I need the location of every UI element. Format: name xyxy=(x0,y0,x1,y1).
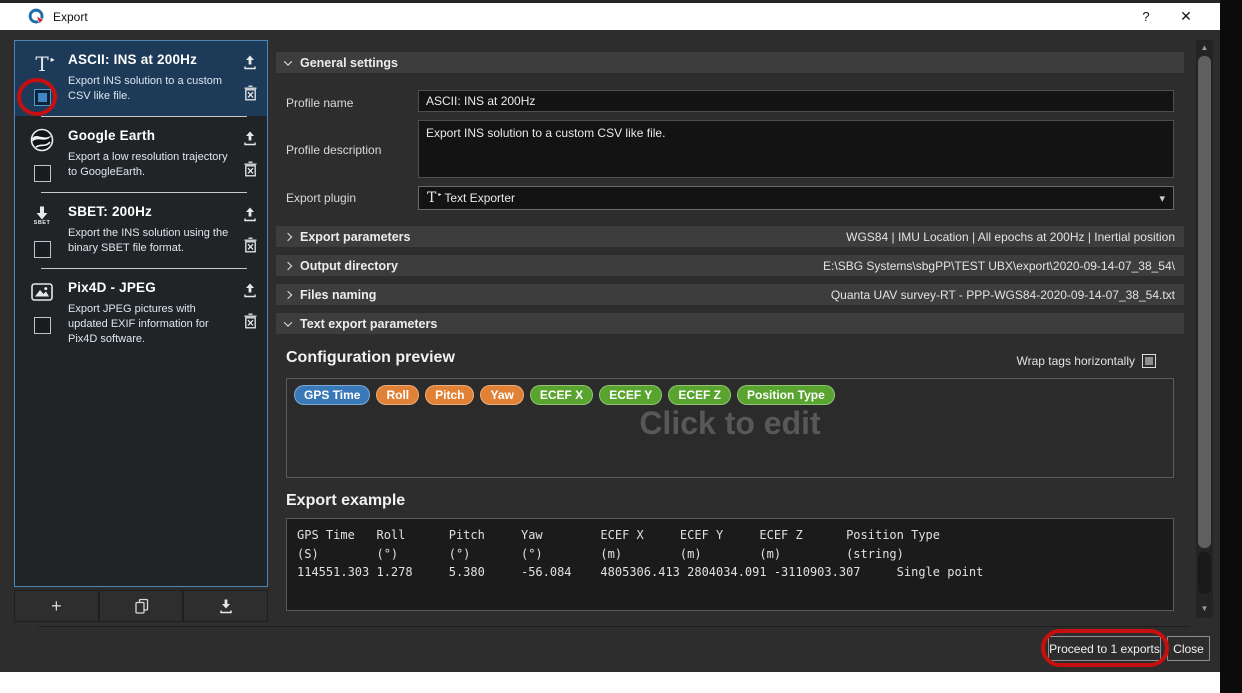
title-bar: Export ? ✕ xyxy=(0,3,1220,30)
export-profile-icon[interactable] xyxy=(242,54,258,70)
profile-name-label: Profile name xyxy=(286,96,353,110)
section-export-parameters[interactable]: Export parameters WGS84 | IMU Location |… xyxy=(276,226,1184,247)
profile-title: Google Earth xyxy=(68,128,229,143)
export-example-box: GPS Time Roll Pitch Yaw ECEF X ECEF Y EC… xyxy=(286,518,1174,611)
delete-profile-icon[interactable] xyxy=(243,85,258,101)
tag-ecef-y[interactable]: ECEF Y xyxy=(599,385,662,405)
wrap-tags-row: Wrap tags horizontally xyxy=(1017,354,1157,368)
chevron-right-icon xyxy=(284,261,292,269)
section-output-directory[interactable]: Output directory E:\SBG Systems\sbgPP\TE… xyxy=(276,255,1184,276)
export-plugin-value: Text Exporter xyxy=(444,191,515,205)
export-profile-icon[interactable] xyxy=(242,282,258,298)
wrap-tags-checkbox[interactable] xyxy=(1142,354,1156,368)
output-directory-path: E:\SBG Systems\sbgPP\TEST UBX\export\202… xyxy=(407,259,1175,273)
profile-description: Export a low resolution trajectory to Go… xyxy=(68,150,229,180)
duplicate-profile-button[interactable] xyxy=(99,590,184,622)
profile-description-input[interactable]: Export INS solution to a custom CSV like… xyxy=(418,120,1174,178)
profile-checkbox-google-earth[interactable] xyxy=(34,165,51,182)
profile-title: Pix4D - JPEG xyxy=(68,280,229,295)
dialog-content: T▸ ASCII: INS at 200Hz Export INS soluti… xyxy=(0,30,1220,672)
chevron-right-icon xyxy=(284,232,292,240)
export-parameters-summary: WGS84 | IMU Location | All epochs at 200… xyxy=(419,230,1175,244)
download-icon xyxy=(218,598,234,614)
profile-checkbox-sbet[interactable] xyxy=(34,241,51,258)
screen-bottom-edge xyxy=(0,672,1220,693)
proceed-button[interactable]: Proceed to 1 exports xyxy=(1048,636,1161,661)
configuration-preview-title: Configuration preview xyxy=(286,349,455,367)
delete-profile-icon[interactable] xyxy=(243,237,258,253)
scrollbar-track-gap xyxy=(1198,552,1211,594)
text-exporter-icon: T▸ xyxy=(427,191,436,205)
delete-profile-icon[interactable] xyxy=(243,161,258,177)
sbet-download-icon: SBET xyxy=(34,202,51,230)
tag-ecef-x[interactable]: ECEF X xyxy=(530,385,593,405)
scrollbar-thumb[interactable] xyxy=(1198,56,1211,548)
image-icon xyxy=(31,278,53,306)
wrap-tags-label: Wrap tags horizontally xyxy=(1017,354,1136,368)
add-profile-button[interactable]: + xyxy=(14,590,99,622)
profile-title: SBET: 200Hz xyxy=(68,204,229,219)
chevron-down-icon: ▾ xyxy=(1159,192,1165,205)
profile-title: ASCII: INS at 200Hz xyxy=(68,52,229,67)
profile-description: Export JPEG pictures with updated EXIF i… xyxy=(68,302,229,347)
help-button[interactable]: ? xyxy=(1126,3,1166,30)
section-text-export-parameters[interactable]: Text export parameters xyxy=(276,313,1184,334)
section-general-settings[interactable]: General settings xyxy=(276,52,1184,73)
export-example-content: GPS Time Roll Pitch Yaw ECEF X ECEF Y EC… xyxy=(297,526,1163,582)
export-profile-icon[interactable] xyxy=(242,206,258,222)
export-plugin-dropdown[interactable]: T▸ Text Exporter ▾ xyxy=(418,186,1174,210)
dialog-title: Export xyxy=(53,10,88,24)
text-exporter-icon: T▸ xyxy=(35,50,48,78)
scroll-down-icon[interactable]: ▼ xyxy=(1196,604,1213,613)
tag-gps-time[interactable]: GPS Time xyxy=(294,385,370,405)
section-files-naming[interactable]: Files naming Quanta UAV survey-RT - PPP-… xyxy=(276,284,1184,305)
profile-name-input[interactable] xyxy=(418,90,1174,112)
duplicate-icon xyxy=(134,598,149,614)
chevron-right-icon xyxy=(284,290,292,298)
plus-icon: + xyxy=(51,596,62,617)
export-plugin-label: Export plugin xyxy=(286,191,356,205)
click-to-edit-placeholder: Click to edit xyxy=(287,405,1173,442)
profile-item-google-earth[interactable]: Google Earth Export a low resolution tra… xyxy=(15,117,267,192)
close-button[interactable]: Close xyxy=(1167,636,1210,661)
close-window-button[interactable]: ✕ xyxy=(1166,3,1206,30)
qinertia-logo-icon xyxy=(28,8,45,25)
profile-checkbox-ascii-ins[interactable] xyxy=(34,89,51,106)
profile-checkbox-pix4d[interactable] xyxy=(34,317,51,334)
export-dialog: Export ? ✕ T▸ ASCII: INS at 200Hz xyxy=(0,3,1220,672)
footer-divider xyxy=(38,626,1190,627)
profile-actions-bar: + xyxy=(14,590,268,622)
screen: Export ? ✕ T▸ ASCII: INS at 200Hz xyxy=(0,0,1242,693)
profile-description-label: Profile description xyxy=(286,143,381,157)
profile-description: Export the INS solution using the binary… xyxy=(68,226,229,256)
chevron-down-icon xyxy=(284,57,292,65)
tag-pitch[interactable]: Pitch xyxy=(425,385,474,405)
configuration-preview-editor[interactable]: GPS Time Roll Pitch Yaw ECEF X ECEF Y EC… xyxy=(286,378,1174,478)
profile-description: Export INS solution to a custom CSV like… xyxy=(68,74,229,104)
delete-profile-icon[interactable] xyxy=(243,313,258,329)
tag-roll[interactable]: Roll xyxy=(376,385,419,405)
scroll-up-icon[interactable]: ▲ xyxy=(1196,43,1213,52)
vertical-scrollbar[interactable]: ▲ ▼ xyxy=(1196,40,1213,618)
profile-item-pix4d[interactable]: Pix4D - JPEG Export JPEG pictures with u… xyxy=(15,269,267,355)
import-profile-button[interactable] xyxy=(183,590,268,622)
profile-item-sbet[interactable]: SBET SBET: 200Hz Export the INS solution… xyxy=(15,193,267,268)
google-earth-icon xyxy=(30,126,54,154)
chevron-down-icon xyxy=(284,318,292,326)
screen-right-edge xyxy=(1220,0,1242,693)
export-example-title: Export example xyxy=(286,492,405,510)
export-profile-icon[interactable] xyxy=(242,130,258,146)
export-profiles-list: T▸ ASCII: INS at 200Hz Export INS soluti… xyxy=(14,40,268,587)
tags-row: GPS Time Roll Pitch Yaw ECEF X ECEF Y EC… xyxy=(294,385,1166,405)
profile-item-ascii-ins[interactable]: T▸ ASCII: INS at 200Hz Export INS soluti… xyxy=(15,41,267,116)
tag-yaw[interactable]: Yaw xyxy=(480,385,523,405)
files-naming-pattern: Quanta UAV survey-RT - PPP-WGS84-2020-09… xyxy=(385,288,1175,302)
tag-ecef-z[interactable]: ECEF Z xyxy=(668,385,731,405)
tag-position-type[interactable]: Position Type xyxy=(737,385,835,405)
